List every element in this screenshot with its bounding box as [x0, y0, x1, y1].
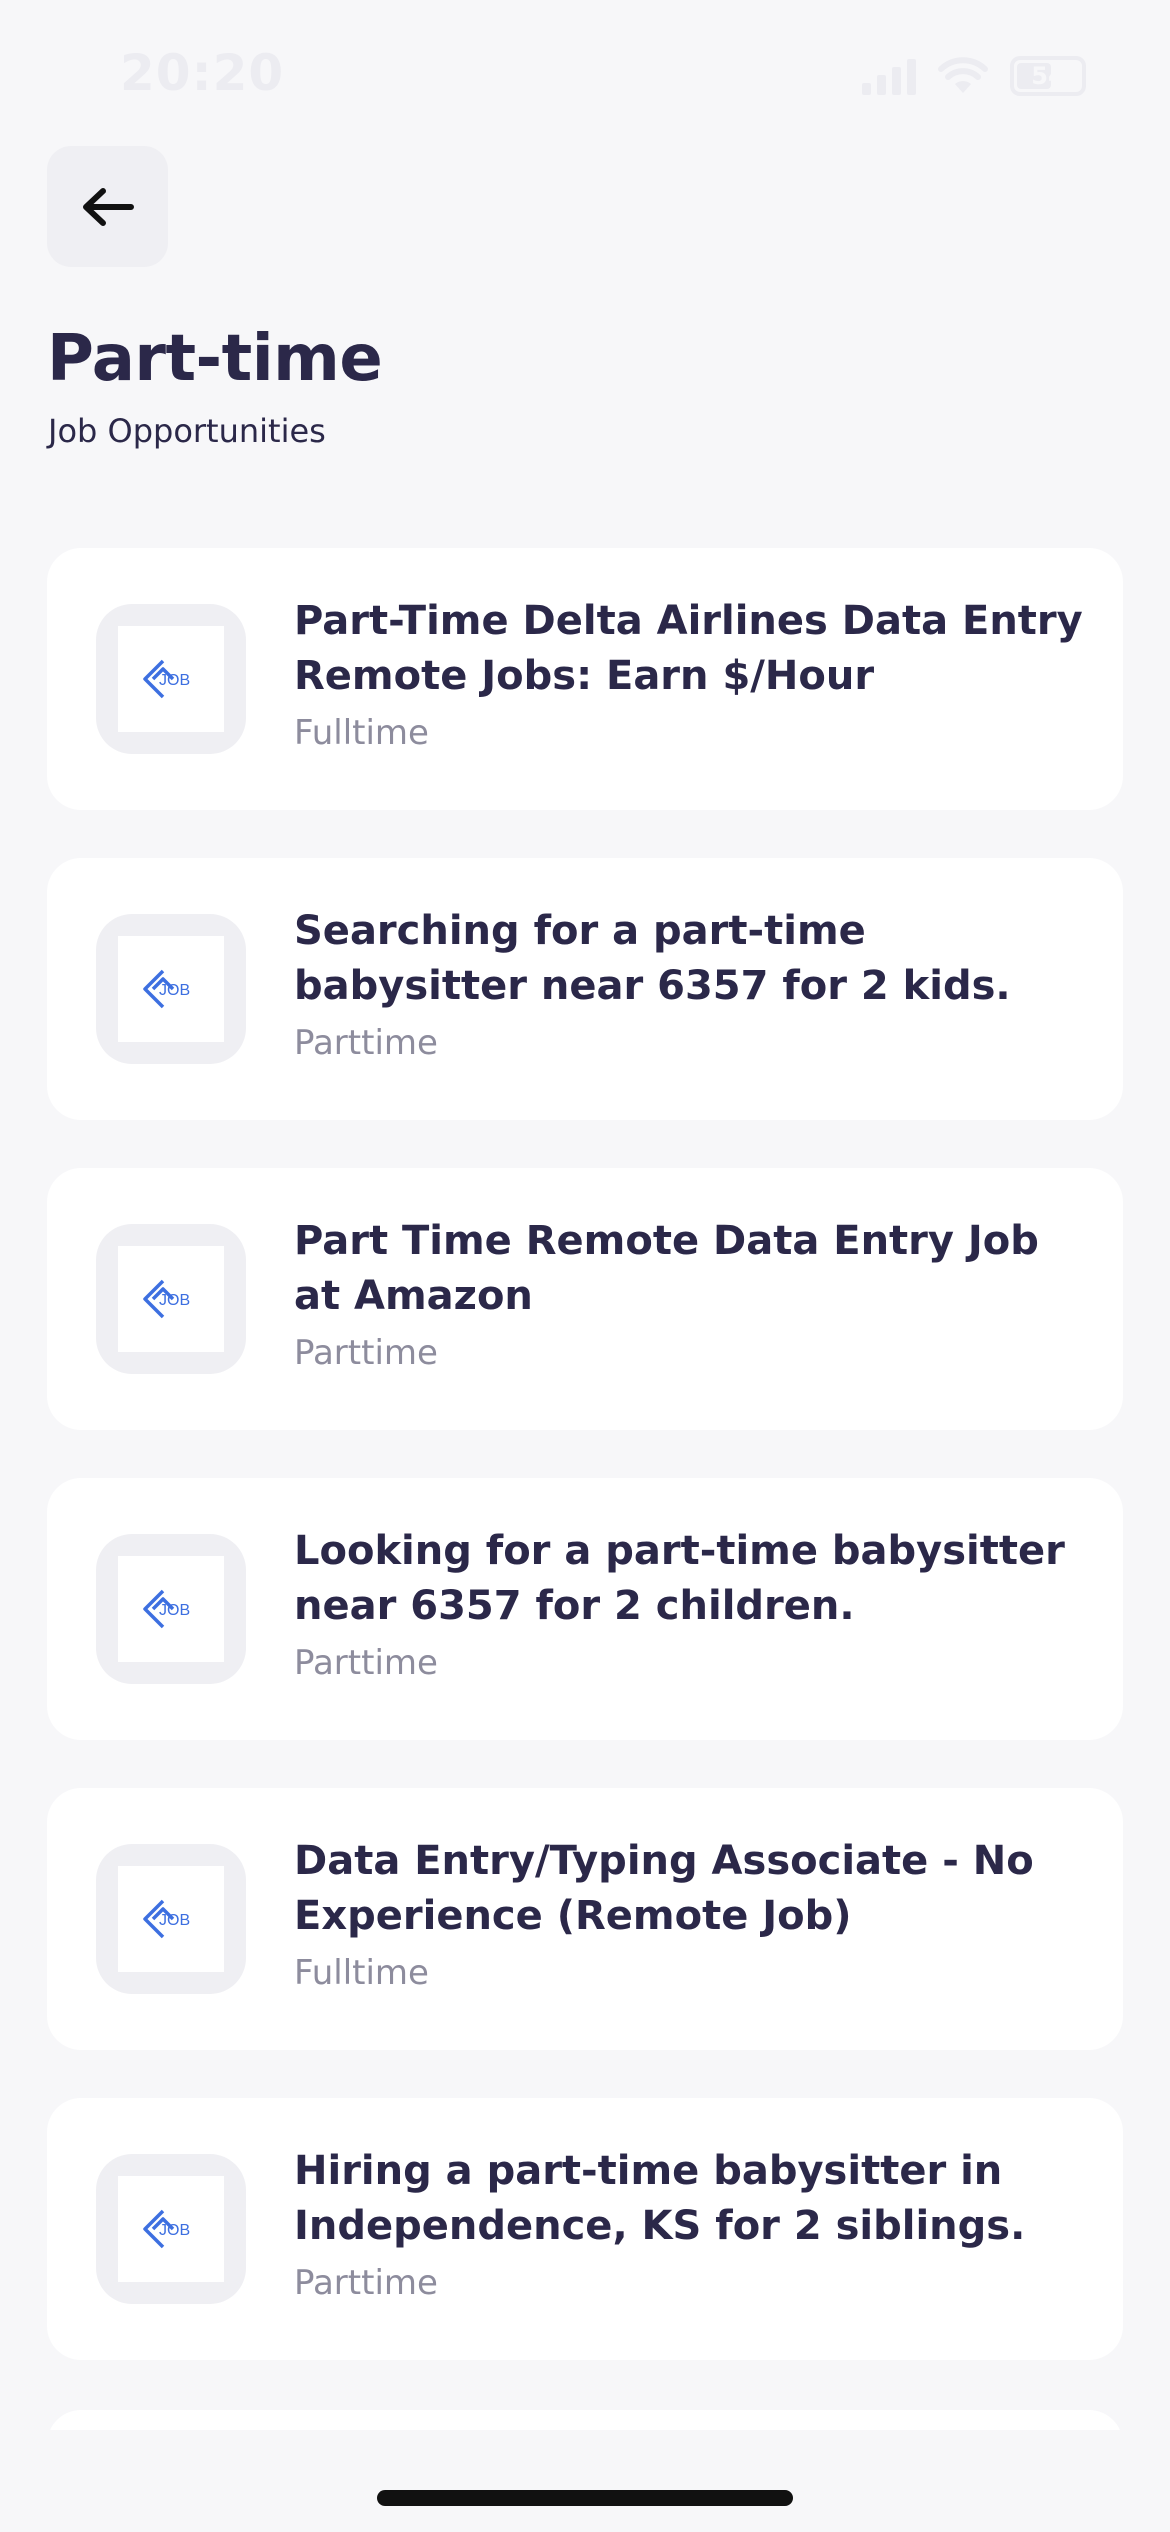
job-logo-text: JOB [159, 672, 190, 689]
job-logo-text: JOB [159, 1602, 190, 1619]
status-icons: 54 [862, 56, 1086, 96]
page-title: Part-time [47, 322, 383, 396]
job-card[interactable]: JOB Part-Time Delta Airlines Data Entry … [47, 548, 1123, 810]
job-card[interactable]: JOB Part Time Remote Data Entry Job at A… [47, 1168, 1123, 1430]
job-text: Searching for a part-time babysitter nea… [294, 904, 1084, 1066]
job-type: Parttime [294, 1023, 438, 1063]
job-card[interactable]: JOB Data Entry/Typing Associate - No Exp… [47, 1788, 1123, 2050]
job-logo-container: JOB [96, 1224, 246, 1374]
cellular-signal-icon [862, 57, 916, 95]
job-title: Part-Time Delta Airlines Data Entry Remo… [294, 598, 1083, 699]
job-logo-container: JOB [96, 914, 246, 1064]
battery-level: 54 [1031, 62, 1065, 90]
back-button[interactable] [47, 146, 168, 267]
job-logo-container: JOB [96, 604, 246, 754]
screen: 20:20 54 Part-time Job Opportunities JOB… [0, 0, 1170, 2532]
job-logo-icon: JOB [118, 1866, 224, 1972]
job-title: Hiring a part-time babysitter in Indepen… [294, 2148, 1026, 2249]
job-title: Data Entry/Typing Associate - No Experie… [294, 1838, 1034, 1939]
job-logo-container: JOB [96, 1534, 246, 1684]
job-title: Part Time Remote Data Entry Job at Amazo… [294, 1218, 1039, 1319]
home-indicator[interactable] [377, 2490, 793, 2506]
job-text: Part-Time Delta Airlines Data Entry Remo… [294, 594, 1084, 756]
job-type: Fulltime [294, 1953, 429, 1993]
job-type: Fulltime [294, 713, 429, 753]
job-text: Data Entry/Typing Associate - No Experie… [294, 1834, 1084, 1996]
job-title: Searching for a part-time babysitter nea… [294, 908, 1011, 1009]
job-type: Parttime [294, 2263, 438, 2303]
job-logo-text: JOB [159, 2222, 190, 2239]
job-logo-icon: JOB [118, 1556, 224, 1662]
job-type: Parttime [294, 1643, 438, 1683]
status-bar: 20:20 54 [0, 0, 1170, 150]
job-logo-icon: JOB [118, 1246, 224, 1352]
job-logo-icon: JOB [118, 626, 224, 732]
job-card[interactable]: JOB Searching for a part-time babysitter… [47, 858, 1123, 1120]
status-time: 20:20 [120, 44, 285, 102]
wifi-icon [938, 57, 988, 93]
job-text: Looking for a part-time babysitter near … [294, 1524, 1084, 1686]
job-text: Part Time Remote Data Entry Job at Amazo… [294, 1214, 1084, 1376]
job-list: JOB Part-Time Delta Airlines Data Entry … [47, 548, 1123, 2408]
job-logo-text: JOB [159, 1292, 190, 1309]
bottom-safe-area [0, 2430, 1170, 2532]
job-logo-text: JOB [159, 1912, 190, 1929]
job-logo-icon: JOB [118, 936, 224, 1042]
job-text: Hiring a part-time babysitter in Indepen… [294, 2144, 1084, 2306]
job-logo-icon: JOB [118, 2176, 224, 2282]
arrow-left-icon [82, 187, 134, 226]
job-logo-text: JOB [159, 982, 190, 999]
job-card[interactable]: JOB Hiring a part-time babysitter in Ind… [47, 2098, 1123, 2360]
job-type: Parttime [294, 1333, 438, 1373]
job-title: Looking for a part-time babysitter near … [294, 1528, 1065, 1629]
job-card[interactable]: JOB Looking for a part-time babysitter n… [47, 1478, 1123, 1740]
job-logo-container: JOB [96, 1844, 246, 1994]
page-subtitle: Job Opportunities [48, 412, 326, 450]
job-logo-container: JOB [96, 2154, 246, 2304]
battery-icon: 54 [1010, 56, 1086, 96]
